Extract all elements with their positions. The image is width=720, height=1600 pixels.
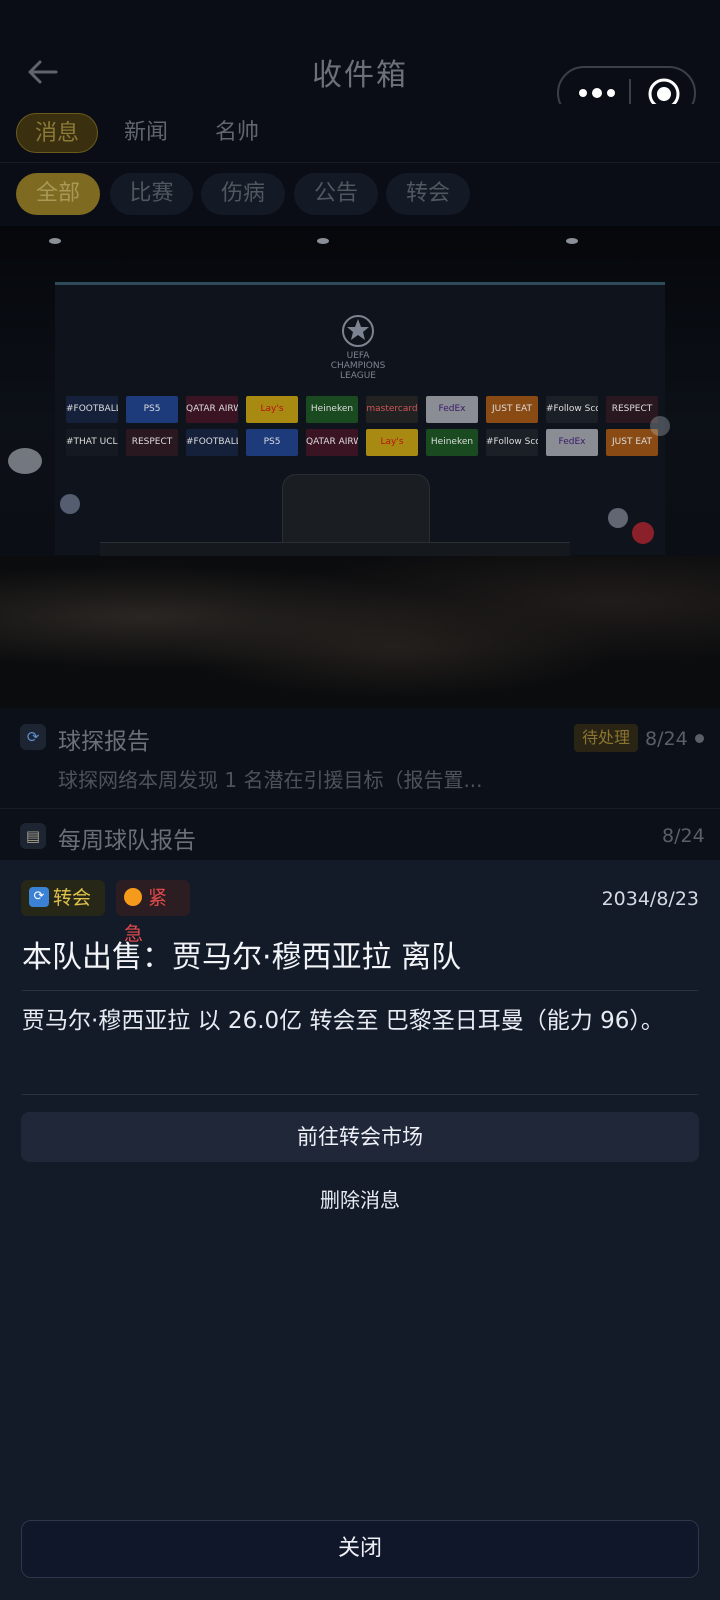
sponsor-logo: QATAR AIRWAYS [306, 429, 358, 456]
priority-tag: 紧急 [116, 880, 190, 945]
message-title: 球探报告 [58, 729, 150, 755]
unread-dot [695, 734, 704, 743]
more-icon[interactable] [577, 81, 617, 105]
tab-news[interactable]: 新闻 [124, 113, 168, 153]
filter-match[interactable]: 比赛 [110, 173, 193, 215]
bokeh-light [60, 494, 80, 514]
filter-announcement[interactable]: 公告 [294, 173, 378, 215]
category-tag: ⟳ 转会 [21, 880, 105, 916]
message-date: 8/24 [645, 728, 688, 750]
message-title: 每周球队报告 [58, 828, 196, 854]
message-date: 2034/8/23 [601, 888, 699, 910]
filter-all[interactable]: 全部 [16, 173, 100, 215]
category-tabs: 消息 新闻 名帅 [0, 104, 720, 163]
sponsor-logo: FedEx [426, 396, 478, 423]
message-date: 8/24 [662, 825, 705, 847]
sponsor-logo: #Follow Scores [486, 429, 538, 456]
bokeh-light [632, 522, 654, 544]
sponsor-logo: Heineken [426, 429, 478, 456]
sponsor-logo: FedEx [546, 429, 598, 456]
message-list: ⟳ 球探报告 待处理 8/24 球探网络本周发现 1 名潜在引援目标（报告置..… [0, 708, 720, 860]
sponsor-logo: #THAT UCLFEELING [66, 429, 118, 456]
filter-chips: 全部 比赛 伤病 公告 转会 [0, 163, 720, 225]
ucl-logo: UEFA CHAMPIONS LEAGUE [326, 314, 390, 381]
sponsor-logo: #FOOTBALL [66, 396, 118, 423]
filter-injury[interactable]: 伤病 [201, 173, 285, 215]
starball-icon [342, 315, 374, 347]
message-title: 本队出售：贾马尔·穆西亚拉 离队 [22, 940, 462, 975]
sponsor-logo: RESPECT [606, 396, 658, 423]
press-crowd [0, 556, 720, 708]
sponsor-logo: #Follow Scores [546, 396, 598, 423]
press-conference-image: UEFA CHAMPIONS LEAGUE #FOOTBALL PS5 QATA… [0, 226, 720, 708]
clipboard-icon: ▤ [20, 823, 46, 849]
refresh-icon: ⟳ [20, 724, 46, 750]
status-badge: 待处理 [574, 724, 639, 752]
message-body: 贾马尔·穆西亚拉 以 26.0亿 转会至 巴黎圣日耳曼（能力 96）。 [22, 1008, 664, 1034]
go-transfer-market-button[interactable]: 前往转会市场 [21, 1112, 699, 1162]
bokeh-light [608, 508, 628, 528]
chair [282, 474, 430, 546]
delete-message-button[interactable]: 删除消息 [0, 1184, 720, 1213]
sponsor-board: #FOOTBALL PS5 QATAR AIRWAYS Lay's Heinek… [66, 396, 658, 462]
transfer-icon: ⟳ [29, 887, 49, 907]
sponsor-logo: QATAR AIRWAYS [186, 396, 238, 423]
nav-header: 收件箱 [0, 0, 720, 120]
message-detail-sheet: ⟳ 转会 紧急 2034/8/23 本队出售：贾马尔·穆西亚拉 离队 贾马尔·穆西… [0, 860, 720, 1600]
sponsor-logo: PS5 [126, 396, 178, 423]
sponsor-logo: mastercard [366, 396, 418, 423]
list-item[interactable]: ⟳ 球探报告 待处理 8/24 球探网络本周发现 1 名潜在引援目标（报告置..… [0, 708, 720, 809]
filter-transfer[interactable]: 转会 [386, 173, 470, 215]
tab-messages[interactable]: 消息 [16, 113, 98, 153]
sponsor-logo: PS5 [246, 429, 298, 456]
sponsor-logo: Lay's [366, 429, 418, 456]
urgent-dot-icon [124, 888, 142, 906]
sponsor-logo: #FOOTBALL [186, 429, 238, 456]
close-button[interactable]: 关闭 [21, 1520, 699, 1578]
sponsor-logo: RESPECT [126, 429, 178, 456]
bokeh-light [8, 448, 42, 474]
sponsor-logo: JUST EAT [606, 429, 658, 456]
sponsor-logo: Heineken [306, 396, 358, 423]
sponsor-logo: JUST EAT [486, 396, 538, 423]
bokeh-light [650, 416, 670, 436]
ucl-logo-text: UEFA CHAMPIONS LEAGUE [330, 351, 386, 381]
sponsor-logo: Lay's [246, 396, 298, 423]
message-preview: 球探网络本周发现 1 名潜在引援目标（报告置... [58, 768, 483, 792]
category-tag-label: 转会 [53, 887, 92, 909]
divider [22, 1094, 698, 1095]
divider [22, 990, 698, 991]
tab-managers[interactable]: 名帅 [215, 113, 259, 153]
list-item[interactable]: ▤ 每周球队报告 8/24 [0, 809, 720, 860]
